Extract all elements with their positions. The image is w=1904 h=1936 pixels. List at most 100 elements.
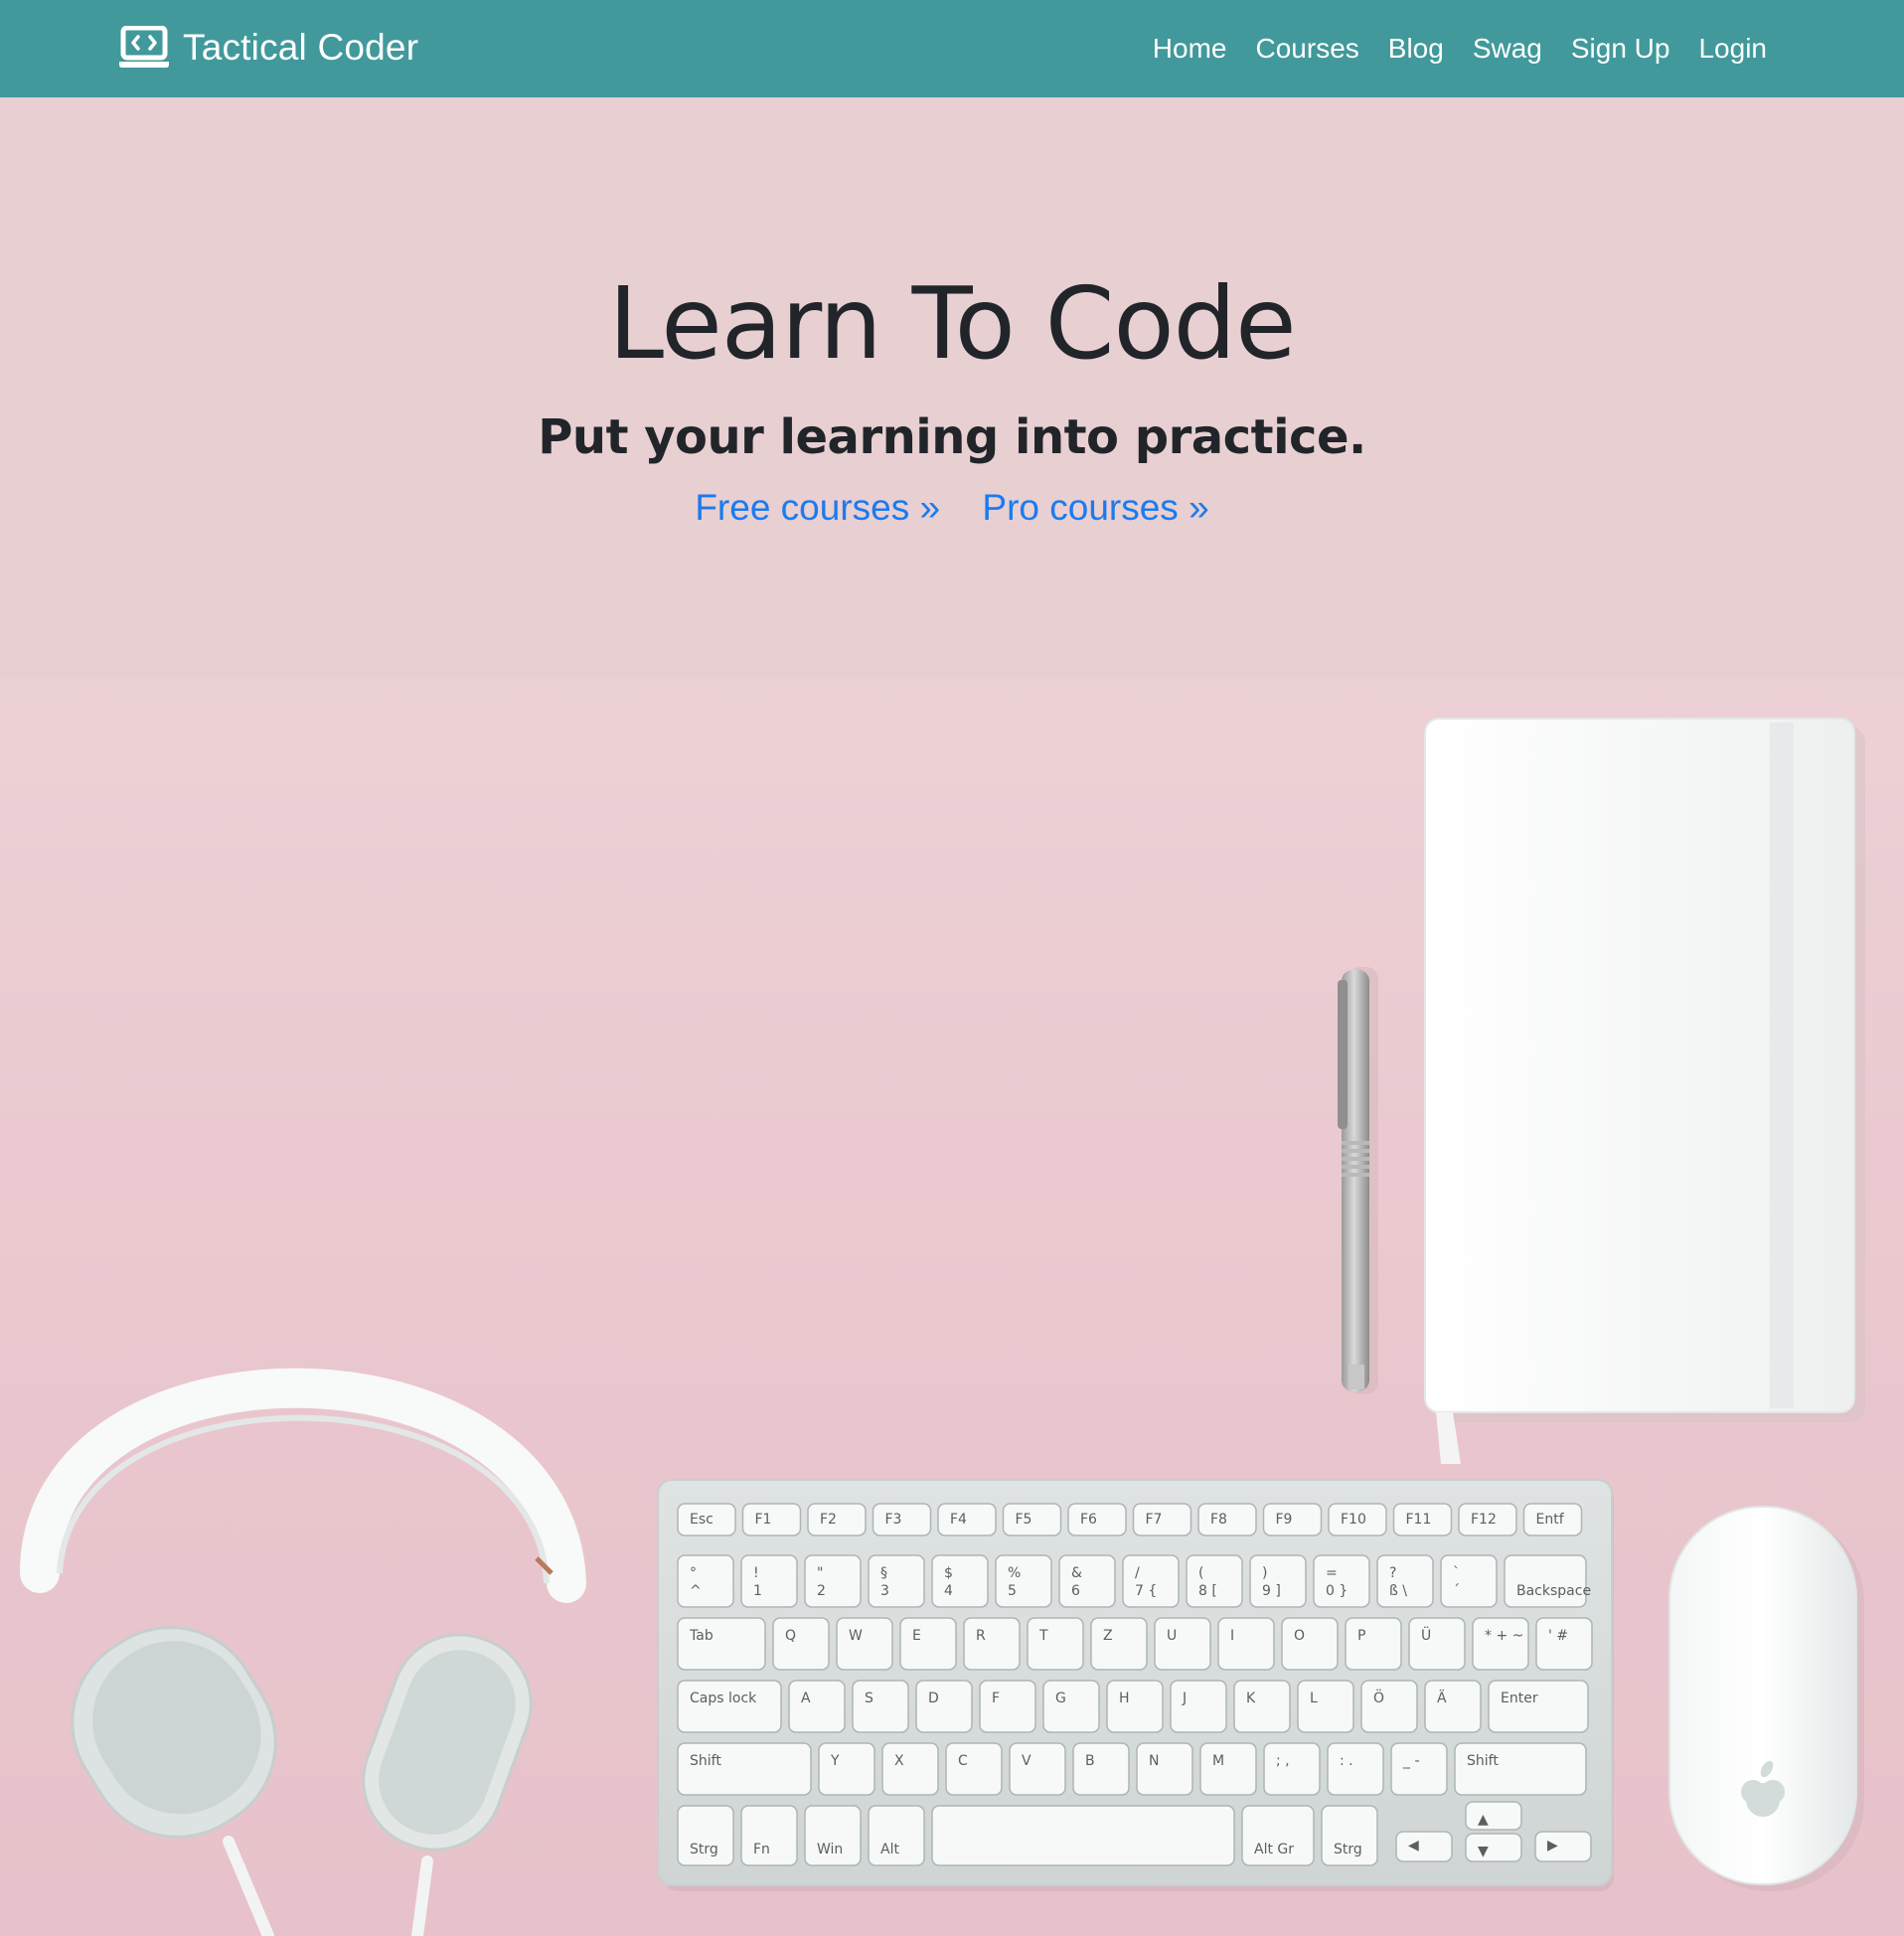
svg-text:F7: F7 — [1146, 1512, 1163, 1528]
keyboard-key: = 0 } — [1313, 1554, 1370, 1608]
nav-sign-up[interactable]: Sign Up — [1571, 33, 1670, 65]
nav-home[interactable]: Home — [1153, 33, 1227, 65]
keyboard-key: Strg — [677, 1805, 734, 1866]
svg-text:P: P — [1357, 1628, 1365, 1644]
headphones — [20, 1368, 586, 1936]
svg-text:Caps lock: Caps lock — [690, 1691, 757, 1706]
keyboard-arrow-key: ▶ — [1534, 1831, 1592, 1862]
svg-text:R: R — [976, 1628, 986, 1644]
svg-text:%: % — [1008, 1565, 1021, 1581]
keyboard-key: Fn — [740, 1805, 798, 1866]
keyboard-key: Shift — [677, 1742, 812, 1796]
svg-text:Ä: Ä — [1437, 1689, 1447, 1706]
svg-text:I: I — [1230, 1628, 1234, 1644]
svg-text:1: 1 — [753, 1583, 762, 1599]
svg-text:5: 5 — [1008, 1583, 1017, 1599]
keyboard-key: L — [1297, 1680, 1354, 1733]
keyboard-key: N — [1136, 1742, 1193, 1796]
keyboard-fkey: Entf — [1522, 1503, 1583, 1536]
svg-text:´: ´ — [1453, 1583, 1460, 1599]
keyboard-fkey: F9 — [1262, 1503, 1323, 1536]
laptop-code-icon — [117, 25, 171, 70]
svg-text:Win: Win — [817, 1842, 843, 1857]
svg-text:F11: F11 — [1406, 1512, 1432, 1528]
keyboard-key: S — [852, 1680, 909, 1733]
keyboard-key: K — [1233, 1680, 1291, 1733]
keyboard: Esc F1 F2 F3 F4 F5 F6 F7 F8 F9 F10 F11 F12 Entf°^!1"2… — [657, 1479, 1614, 1891]
nav-courses[interactable]: Courses — [1256, 33, 1359, 65]
svg-text:`: ` — [1453, 1565, 1460, 1581]
svg-text:K: K — [1246, 1691, 1256, 1706]
svg-text:▶: ▶ — [1547, 1838, 1558, 1854]
keyboard-key: P — [1345, 1617, 1402, 1671]
keyboard-key: (8 [ — [1186, 1554, 1243, 1608]
svg-text:^: ^ — [690, 1583, 702, 1599]
keyboard-key: _ - — [1390, 1742, 1448, 1796]
keyboard-fkey: F8 — [1197, 1503, 1257, 1536]
svg-text:F1: F1 — [755, 1512, 772, 1528]
nav-blog[interactable]: Blog — [1388, 33, 1444, 65]
svg-text:Z: Z — [1103, 1628, 1113, 1644]
keyboard-fkey: F1 — [741, 1503, 802, 1536]
keyboard-key: Y — [818, 1742, 875, 1796]
svg-text:&: & — [1071, 1565, 1082, 1581]
svg-text:$: $ — [944, 1565, 953, 1581]
svg-text:F9: F9 — [1276, 1512, 1293, 1528]
keyboard-key: Win — [804, 1805, 862, 1866]
nav-swag[interactable]: Swag — [1473, 33, 1542, 65]
svg-text:B: B — [1085, 1753, 1095, 1769]
svg-text:Shift: Shift — [690, 1753, 721, 1769]
keyboard-key: Shift — [1454, 1742, 1587, 1796]
pen — [1338, 967, 1378, 1394]
svg-text:_ -: _ - — [1402, 1753, 1420, 1769]
keyboard-key: ? ß \ — [1376, 1554, 1434, 1608]
svg-text:▼: ▼ — [1478, 1844, 1489, 1859]
svg-text:F4: F4 — [950, 1512, 967, 1528]
keyboard-fkey: F2 — [807, 1503, 867, 1536]
pro-courses-link[interactable]: Pro courses » — [982, 487, 1208, 528]
keyboard-fkey: F5 — [1002, 1503, 1062, 1536]
keyboard-key: °^ — [677, 1554, 734, 1608]
keyboard-key: E — [899, 1617, 957, 1671]
keyboard-key: W — [836, 1617, 893, 1671]
keyboard-key: U — [1154, 1617, 1211, 1671]
nav-login[interactable]: Login — [1698, 33, 1767, 65]
svg-text:Ö: Ö — [1373, 1689, 1384, 1706]
keyboard-key: !1 — [740, 1554, 798, 1608]
svg-text:S: S — [865, 1691, 873, 1706]
svg-text:V: V — [1022, 1753, 1031, 1769]
svg-text:?: ? — [1389, 1565, 1396, 1581]
svg-text:Fn: Fn — [753, 1842, 770, 1857]
desk-photo-illustration: Esc F1 F2 F3 F4 F5 F6 F7 F8 F9 F10 F11 F12 Entf°^!1"2… — [20, 718, 1865, 1936]
svg-text:°: ° — [690, 1565, 697, 1581]
keyboard-key: B — [1072, 1742, 1130, 1796]
svg-text:F10: F10 — [1341, 1512, 1366, 1528]
svg-text:Strg: Strg — [1334, 1842, 1362, 1857]
svg-text:F8: F8 — [1210, 1512, 1227, 1528]
keyboard-key: Ä — [1424, 1680, 1482, 1733]
keyboard-fkey: F12 — [1458, 1503, 1517, 1536]
keyboard-fkey: F7 — [1132, 1503, 1192, 1536]
keyboard-arrow-key: ▲ — [1465, 1801, 1522, 1831]
nav-links: Home Courses Blog Swag Sign Up Login — [1124, 0, 1767, 97]
keyboard-key: Tab — [677, 1617, 766, 1671]
brand-link[interactable]: Tactical Coder — [117, 22, 418, 74]
hero-title: Learn To Code — [608, 265, 1296, 382]
svg-text:F2: F2 — [820, 1512, 837, 1528]
svg-text:Strg: Strg — [690, 1842, 718, 1857]
svg-text:F5: F5 — [1016, 1512, 1032, 1528]
svg-text:Alt Gr: Alt Gr — [1254, 1842, 1294, 1857]
svg-text:!: ! — [753, 1565, 759, 1581]
free-courses-link[interactable]: Free courses » — [695, 487, 940, 528]
keyboard-key: J — [1170, 1680, 1227, 1733]
keyboard-key: $4 — [931, 1554, 989, 1608]
brand-name: Tactical Coder — [183, 27, 419, 68]
keyboard-arrow-key: ▼ — [1465, 1833, 1522, 1862]
svg-text:J: J — [1182, 1691, 1187, 1706]
keyboard-key: M — [1199, 1742, 1257, 1796]
svg-text:Backspace: Backspace — [1516, 1583, 1591, 1599]
keyboard-key: Z — [1090, 1617, 1148, 1671]
keyboard-fkey: F4 — [937, 1503, 997, 1536]
svg-text:Shift: Shift — [1467, 1753, 1499, 1769]
keyboard-key: I — [1217, 1617, 1275, 1671]
